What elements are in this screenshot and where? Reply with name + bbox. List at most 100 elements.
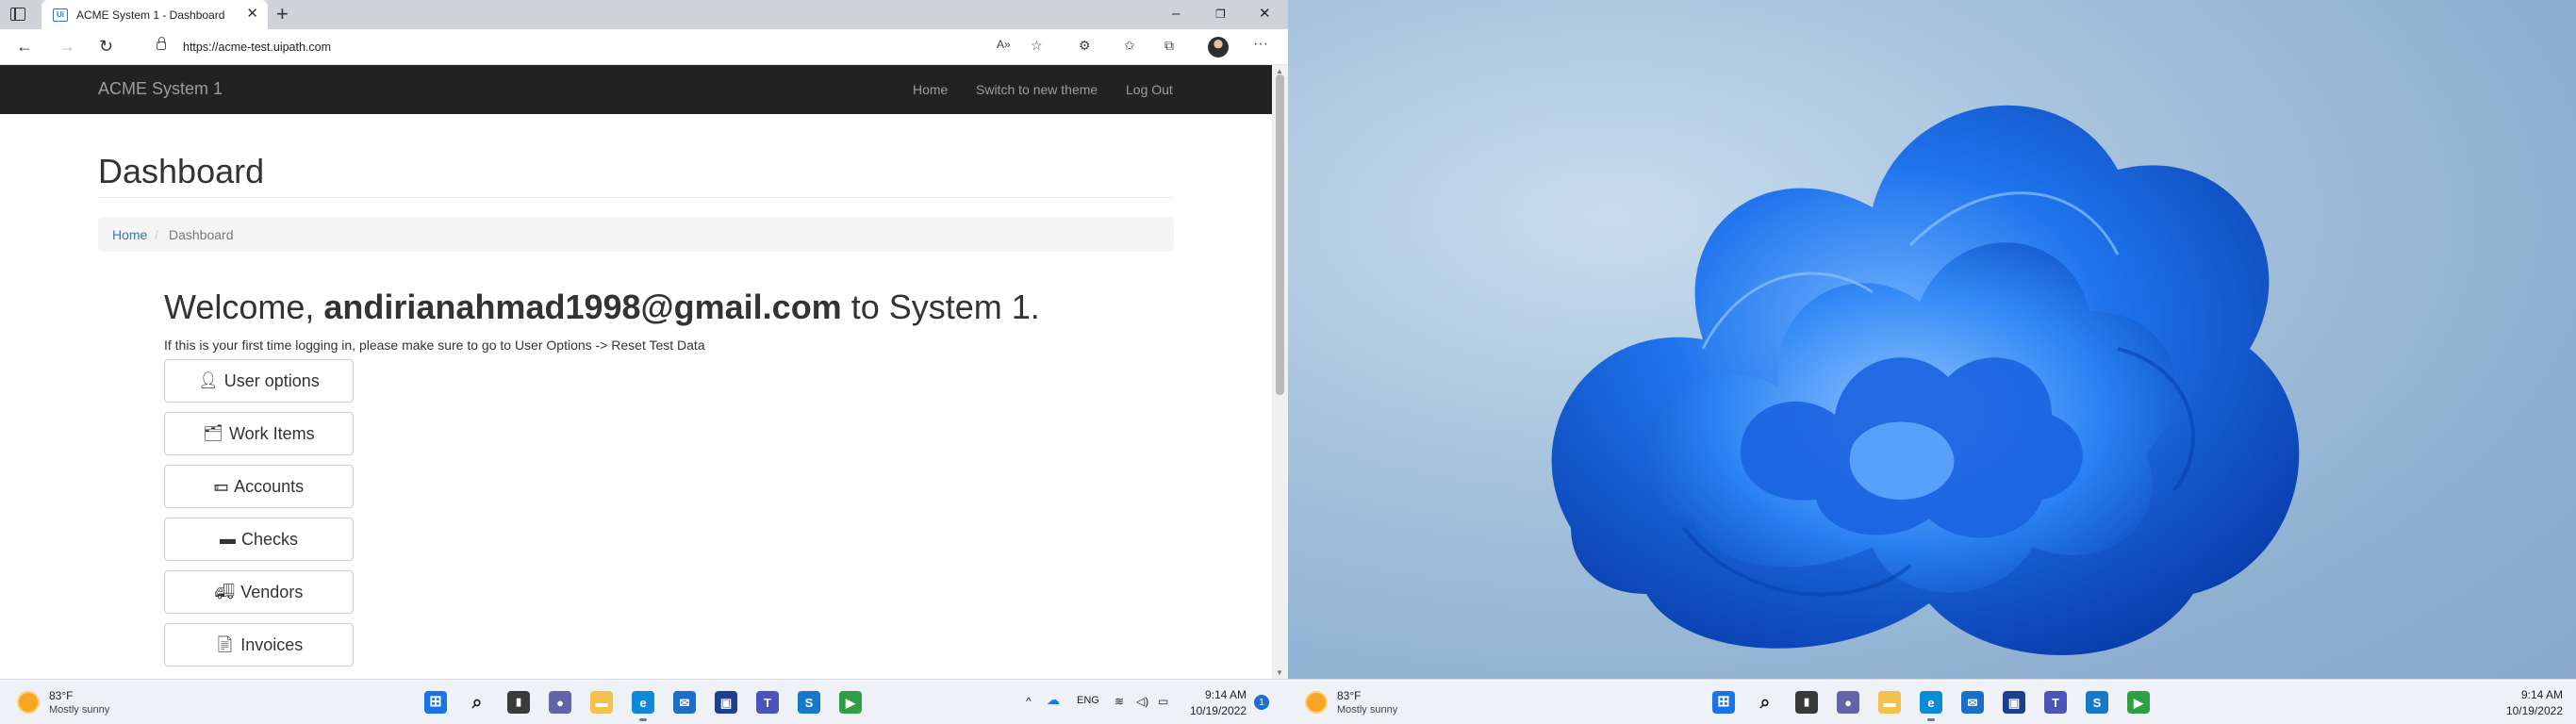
show-hidden-icons-icon[interactable]: ^ bbox=[1026, 695, 1032, 708]
credit-card-icon: ▬ bbox=[219, 530, 236, 548]
uipath-studio-icon[interactable]: S bbox=[2086, 691, 2108, 714]
collections-icon[interactable]: ⧉ bbox=[1164, 39, 1174, 52]
extensions-icon[interactable]: ⚙ bbox=[1079, 39, 1091, 52]
first-login-notice: If this is your first time logging in, p… bbox=[164, 337, 705, 353]
close-window-icon[interactable]: ✕ bbox=[1259, 7, 1271, 21]
site-navbar: ACME System 1 Home Switch to new theme L… bbox=[0, 65, 1288, 114]
user-options-button[interactable]: 👤︎ User options bbox=[164, 359, 354, 403]
vendors-label: Vendors bbox=[240, 582, 304, 601]
forward-icon[interactable]: → bbox=[58, 38, 75, 55]
read-aloud-icon[interactable]: A» bbox=[997, 39, 1011, 50]
refresh-icon[interactable]: ↻ bbox=[99, 38, 113, 55]
breadcrumb-current: Dashboard bbox=[169, 227, 234, 242]
notification-badge[interactable]: 1 bbox=[1254, 695, 1269, 710]
windows-bloom-wallpaper bbox=[1551, 105, 2300, 655]
user-icon: 👤︎ bbox=[198, 371, 219, 389]
file-explorer-icon[interactable]: ▬ bbox=[1878, 691, 1901, 714]
onedrive-cloud-icon[interactable]: ☁ bbox=[1047, 692, 1060, 708]
file-icon: 📄︎ bbox=[214, 635, 236, 653]
file-explorer-icon[interactable]: ▬ bbox=[590, 691, 613, 714]
edge-browser-icon[interactable]: e bbox=[1920, 691, 1942, 721]
volume-icon[interactable]: ◁) bbox=[1136, 695, 1148, 708]
wifi-icon[interactable]: ≋ bbox=[1115, 695, 1124, 708]
tab-title: ACME System 1 - Dashboard bbox=[76, 8, 225, 22]
welcome-message: Welcome, andirianahmad1998@gmail.com to … bbox=[164, 288, 1040, 327]
weather-description[interactable]: Mostly sunny bbox=[49, 704, 109, 716]
clock-date[interactable]: 10/19/2022 bbox=[2497, 704, 2563, 717]
nav-home[interactable]: Home bbox=[913, 82, 948, 97]
favorites-icon[interactable]: ✩ bbox=[1124, 39, 1135, 52]
folder-open-icon: 🗂︎ bbox=[203, 424, 223, 442]
weather-description[interactable]: Mostly sunny bbox=[1337, 704, 1397, 716]
breadcrumb-separator: / bbox=[155, 227, 158, 242]
url-field[interactable]: https://acme-test.uipath.com bbox=[143, 33, 1043, 61]
search-icon[interactable]: ⌕ bbox=[1754, 691, 1776, 714]
language-indicator[interactable]: ENG bbox=[1077, 695, 1099, 706]
start-windows-icon[interactable]: ⊞ bbox=[424, 691, 447, 714]
work-items-button[interactable]: 🗂︎ Work Items bbox=[164, 412, 354, 455]
weather-temperature[interactable]: 83°F bbox=[49, 689, 73, 702]
checks-label: Checks bbox=[240, 529, 299, 549]
breadcrumb: Home / Dashboard bbox=[98, 217, 1174, 252]
site-brand[interactable]: ACME System 1 bbox=[98, 79, 223, 99]
start-windows-icon[interactable]: ⊞ bbox=[1712, 691, 1735, 714]
search-icon[interactable]: ⌕ bbox=[466, 691, 488, 714]
uipath-favicon-icon: Ui bbox=[53, 8, 68, 22]
divider bbox=[98, 197, 1174, 198]
uipath-assistant-icon[interactable]: ▶ bbox=[2127, 691, 2150, 714]
task-view-icon[interactable]: ▮ bbox=[507, 691, 530, 714]
url-text[interactable]: https://acme-test.uipath.com bbox=[183, 41, 331, 54]
back-icon[interactable]: ← bbox=[16, 38, 33, 55]
minimize-icon[interactable]: – bbox=[1172, 7, 1180, 21]
mail-icon[interactable]: ✉ bbox=[673, 691, 696, 714]
add-favorite-icon[interactable]: ☆ bbox=[1031, 39, 1043, 52]
browser-tab[interactable]: Ui ACME System 1 - Dashboard ✕ bbox=[41, 0, 268, 29]
accounts-button[interactable]: 💵︎ Accounts bbox=[164, 465, 354, 508]
store-icon[interactable]: ▣ bbox=[715, 691, 737, 714]
welcome-suffix: to System 1. bbox=[841, 288, 1040, 326]
tab-actions-icon[interactable] bbox=[10, 8, 25, 21]
invoices-button[interactable]: 📄︎ Invoices bbox=[164, 623, 354, 666]
lock-icon[interactable] bbox=[157, 37, 166, 50]
breadcrumb-home[interactable]: Home bbox=[112, 227, 147, 242]
uipath-assistant-icon[interactable]: ▶ bbox=[839, 691, 862, 714]
uipath-studio-icon[interactable]: S bbox=[798, 691, 820, 714]
chat-icon[interactable]: ● bbox=[549, 691, 571, 714]
accounts-label: Accounts bbox=[234, 476, 305, 496]
edge-browser-icon[interactable]: e bbox=[632, 691, 654, 721]
scroll-thumb[interactable] bbox=[1276, 74, 1284, 395]
weather-temperature[interactable]: 83°F bbox=[1337, 689, 1361, 702]
store-icon[interactable]: ▣ bbox=[2003, 691, 2025, 714]
nav-logout[interactable]: Log Out bbox=[1126, 82, 1173, 97]
clock-time[interactable]: 9:14 AM bbox=[1181, 688, 1247, 701]
user-options-label: User options bbox=[223, 370, 320, 390]
tab-bar: Ui ACME System 1 - Dashboard ✕ + – ❐ ✕ bbox=[0, 0, 1288, 29]
left-monitor: Ui ACME System 1 - Dashboard ✕ + – ❐ ✕ ←… bbox=[0, 0, 1288, 724]
mail-icon[interactable]: ✉ bbox=[1961, 691, 1984, 714]
money-icon: 💵︎ bbox=[213, 477, 229, 495]
restore-icon[interactable]: ❐ bbox=[1215, 8, 1226, 20]
weather-sun-icon[interactable] bbox=[19, 693, 38, 712]
battery-icon[interactable]: ▭ bbox=[1158, 695, 1168, 708]
new-tab-icon[interactable]: + bbox=[276, 4, 289, 25]
close-tab-icon[interactable]: ✕ bbox=[246, 7, 258, 21]
welcome-user: andirianahmad1998@gmail.com bbox=[323, 288, 842, 326]
truck-icon: 🚚︎ bbox=[214, 583, 236, 601]
clock-time[interactable]: 9:14 AM bbox=[2497, 688, 2563, 701]
page-scrollbar[interactable]: ▲ ▼ bbox=[1272, 65, 1288, 679]
browser-window: Ui ACME System 1 - Dashboard ✕ + – ❐ ✕ ←… bbox=[0, 0, 1288, 679]
task-view-icon[interactable]: ▮ bbox=[1795, 691, 1818, 714]
vendors-button[interactable]: 🚚︎ Vendors bbox=[164, 570, 354, 614]
weather-sun-icon[interactable] bbox=[1307, 693, 1326, 712]
more-options-icon[interactable]: ··· bbox=[1253, 37, 1268, 52]
chat-icon[interactable]: ● bbox=[1837, 691, 1859, 714]
work-items-label: Work Items bbox=[228, 423, 315, 443]
welcome-prefix: Welcome, bbox=[164, 288, 324, 326]
nav-switch-theme[interactable]: Switch to new theme bbox=[976, 82, 1098, 97]
teams-icon[interactable]: T bbox=[2044, 691, 2067, 714]
checks-button[interactable]: ▬ Checks bbox=[164, 518, 354, 561]
clock-date[interactable]: 10/19/2022 bbox=[1181, 704, 1247, 717]
profile-avatar[interactable] bbox=[1208, 37, 1229, 58]
teams-icon[interactable]: T bbox=[756, 691, 779, 714]
scroll-down-icon[interactable]: ▼ bbox=[1276, 668, 1283, 677]
